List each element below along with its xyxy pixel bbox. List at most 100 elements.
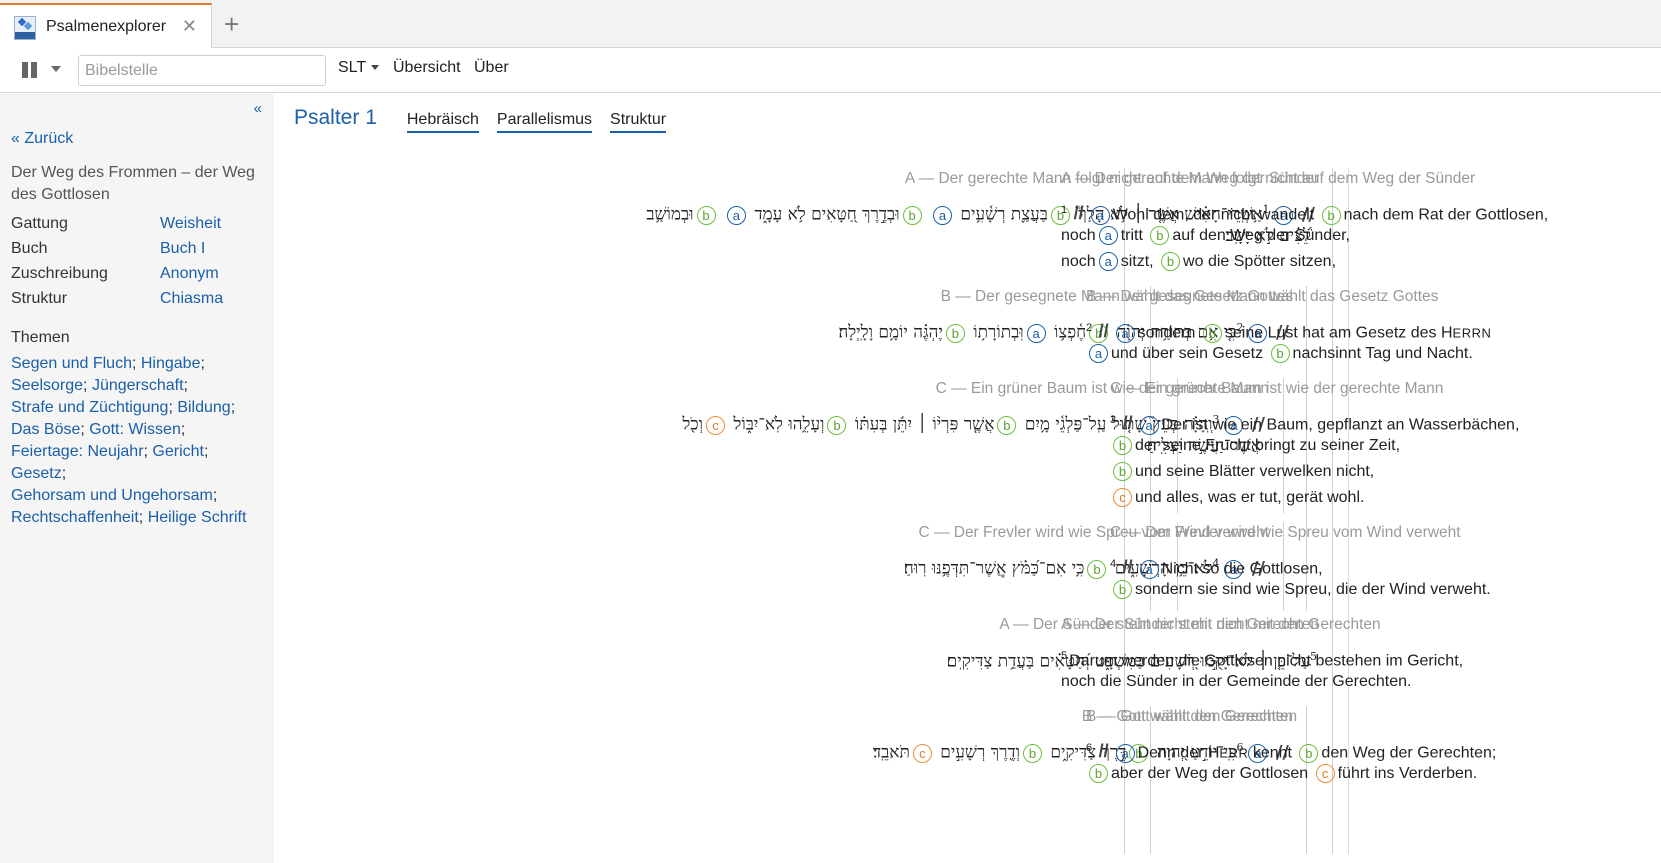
- meta-value[interactable]: Weisheit: [160, 215, 221, 233]
- german-text: den Weg der Gerechten;: [1321, 744, 1497, 762]
- section-label: B — Gott wählt den Gerechten: [1086, 708, 1298, 725]
- theme-link[interactable]: Hingabe: [141, 355, 201, 372]
- marker-a: a: [1115, 743, 1135, 763]
- theme-link[interactable]: Segen und Fluch: [11, 355, 132, 372]
- verse-separator: //: [1122, 557, 1133, 578]
- back-link[interactable]: « Zurück: [11, 130, 73, 148]
- hebrew-text: וְכֹ֖ל: [682, 414, 703, 435]
- marker-a: a: [1090, 205, 1110, 225]
- hebrew-text: אֲשֶׁ֤ר פִּרְי֨וֹ ׀ יִתֵּ֬ן בְּעִתּ֗וֹ: [854, 414, 995, 435]
- marker-b: b: [1150, 226, 1170, 246]
- german-text: sitzt,: [1120, 253, 1154, 270]
- verse-separator: //: [1073, 203, 1084, 224]
- verse-number: 4: [1110, 558, 1117, 570]
- german-text: sondern sie sind wie Spreu, die der Wind…: [1135, 581, 1491, 598]
- tab-psalmenexplorer[interactable]: Psalmenexplorer ✕: [0, 3, 212, 48]
- theme-link[interactable]: Seelsorge: [11, 377, 83, 394]
- tab-parallelism[interactable]: Parallelismus: [496, 111, 593, 133]
- themes-list: Segen und Fluch; Hingabe; Seelsorge; Jün…: [11, 355, 247, 526]
- hebrew-text: וְעָלֵ֥הוּ לֹֽא־יִבּ֑וֹל: [733, 414, 825, 435]
- german-verse-2-line-2: a und über sein Gesetz b nachsinnt Tag und…: [1086, 341, 1473, 367]
- marker-a: a: [1098, 226, 1118, 246]
- theme-link[interactable]: Gehorsam und Ungehorsam: [11, 487, 213, 504]
- verse-separator: //: [1098, 321, 1109, 342]
- section-label: C — Ein grüner Baum ist wie der gerechte…: [1110, 380, 1444, 397]
- theme-link[interactable]: Bildung: [177, 399, 230, 416]
- marker-a: a: [933, 205, 952, 225]
- marker-b: b: [696, 205, 716, 225]
- overview-link[interactable]: Übersicht: [393, 59, 461, 77]
- section-label: A — Der gerechte Mann folgt nicht auf de…: [1061, 170, 1476, 187]
- tab-title: Psalmenexplorer: [46, 17, 167, 35]
- marker-c: c: [912, 743, 932, 763]
- collapse-sidebar-icon[interactable]: «: [254, 100, 262, 117]
- marker-b: b: [1299, 743, 1319, 763]
- close-icon[interactable]: ✕: [182, 16, 197, 37]
- marker-b: b: [827, 415, 847, 435]
- section-label: B — Der gesegnete Mann wählt das Gesetz …: [1086, 288, 1439, 305]
- german-text: ERR: [1219, 745, 1249, 761]
- marker-a: a: [1026, 323, 1046, 343]
- german-text: nach dem Rat der Gottlosen,: [1343, 206, 1549, 224]
- verse-number: 6: [1086, 742, 1093, 754]
- marker-a: a: [1098, 252, 1118, 272]
- section-label: A — Der Sünder steht nicht mit den Gerec…: [1061, 616, 1381, 633]
- marker-b: b: [1087, 559, 1107, 579]
- hebrew-text: בַּעֲצַ֪ת רְשָׁ֫עִ֥ים: [960, 204, 1048, 225]
- marker-b: b: [1161, 252, 1181, 272]
- theme-link[interactable]: Strafe und Züchtigung: [11, 399, 168, 416]
- marker-c: c: [1113, 488, 1132, 508]
- hebrew-text: וּבְמוֹשַׁ֥ב: [646, 204, 694, 225]
- psalm-title: Der Weg des Frommen – der Weg des Gottlo…: [11, 164, 255, 203]
- tab-hebrew[interactable]: Hebräisch: [406, 111, 479, 133]
- panel-toggle-icon[interactable]: [22, 62, 39, 78]
- main-header: Psalter 1 Hebräisch Parallelismus Strukt…: [294, 106, 684, 133]
- german-verse-4-line-2: b sondern sie sind wie Spreu, die der Win…: [1110, 577, 1491, 603]
- hebrew-text: וּבְדֶ֣רֶךְ חַ֭טָּאִים לֹ֥א עָמָ֑ד: [754, 204, 900, 225]
- translation-label: SLT: [338, 59, 367, 76]
- about-link[interactable]: Über: [474, 59, 509, 77]
- theme-link[interactable]: Jüngerschaft: [92, 377, 184, 394]
- new-tab-icon[interactable]: +: [224, 10, 239, 38]
- german-text: und alles, was er tut, gerät wohl.: [1135, 489, 1365, 506]
- german-text: seine Lust hat am Gesetz des H: [1224, 324, 1453, 342]
- german-text: sondern: [1137, 324, 1196, 342]
- german-text: auf den Weg der Sünder,: [1172, 227, 1350, 244]
- german-text: tritt: [1120, 227, 1143, 244]
- theme-link[interactable]: Rechtschaffenheit: [11, 509, 139, 526]
- theme-link[interactable]: Gericht: [152, 443, 204, 460]
- theme-link[interactable]: Gott: Wissen: [89, 421, 181, 438]
- sidebar: « « Zurück Der Weg des Frommen – der Weg…: [0, 94, 274, 863]
- german-verse-6-line-2: b aber der Weg der Gottlosen c führt ins V…: [1086, 761, 1477, 787]
- meta-value[interactable]: Chiasma: [160, 290, 223, 308]
- german-verse-3-line-4: c und alles, was er tut, gerät wohl.: [1110, 485, 1364, 511]
- marker-b: b: [1113, 462, 1132, 482]
- marker-b: b: [902, 205, 922, 225]
- translation-select[interactable]: SLT: [338, 59, 380, 77]
- chevron-down-icon[interactable]: [51, 66, 61, 72]
- hebrew-text: תֹּאבֵֽד׃: [872, 742, 910, 763]
- theme-link[interactable]: Das Böse: [11, 421, 80, 438]
- german-verse-3-line-3: b und seine Blätter verwelken nicht,: [1110, 459, 1374, 485]
- marker-b: b: [1321, 205, 1341, 225]
- german-text: und seine Blätter verwelken nicht,: [1135, 463, 1375, 480]
- hebrew-text: יֶהְגֶּ֗ה יוֹמָ֥ם וָלָֽיְלָה׃: [838, 322, 943, 343]
- meta-value[interactable]: Anonym: [160, 265, 219, 283]
- german-text: wo die Spötter sitzen,: [1183, 253, 1337, 270]
- theme-link[interactable]: Gesetz: [11, 465, 62, 482]
- theme-link[interactable]: Feiertage: Neujahr: [11, 443, 144, 460]
- german-text: und über sein Gesetz: [1111, 345, 1264, 362]
- hebrew-text: וְדֶ֖רֶךְ רְשָׁעִ֣ים: [940, 742, 1020, 763]
- tab-bar: Psalmenexplorer ✕ +: [0, 0, 1661, 48]
- german-text: Nicht so die Gottlosen,: [1161, 560, 1323, 578]
- tab-structure[interactable]: Struktur: [610, 111, 667, 133]
- section-label: C — Der Frevler wird wie Spreu vom Wind …: [1110, 524, 1461, 541]
- german-verse-5-line-2: noch die Sünder in der Gemeinde der Gere…: [1061, 673, 1412, 690]
- search-input[interactable]: [78, 55, 326, 86]
- theme-link[interactable]: Heilige Schrift: [148, 509, 247, 526]
- marker-a: a: [1089, 344, 1108, 364]
- marker-b: b: [1202, 323, 1222, 343]
- german-text: kennt: [1248, 744, 1292, 762]
- meta-value[interactable]: Buch I: [160, 240, 205, 258]
- app-icon: [14, 14, 36, 40]
